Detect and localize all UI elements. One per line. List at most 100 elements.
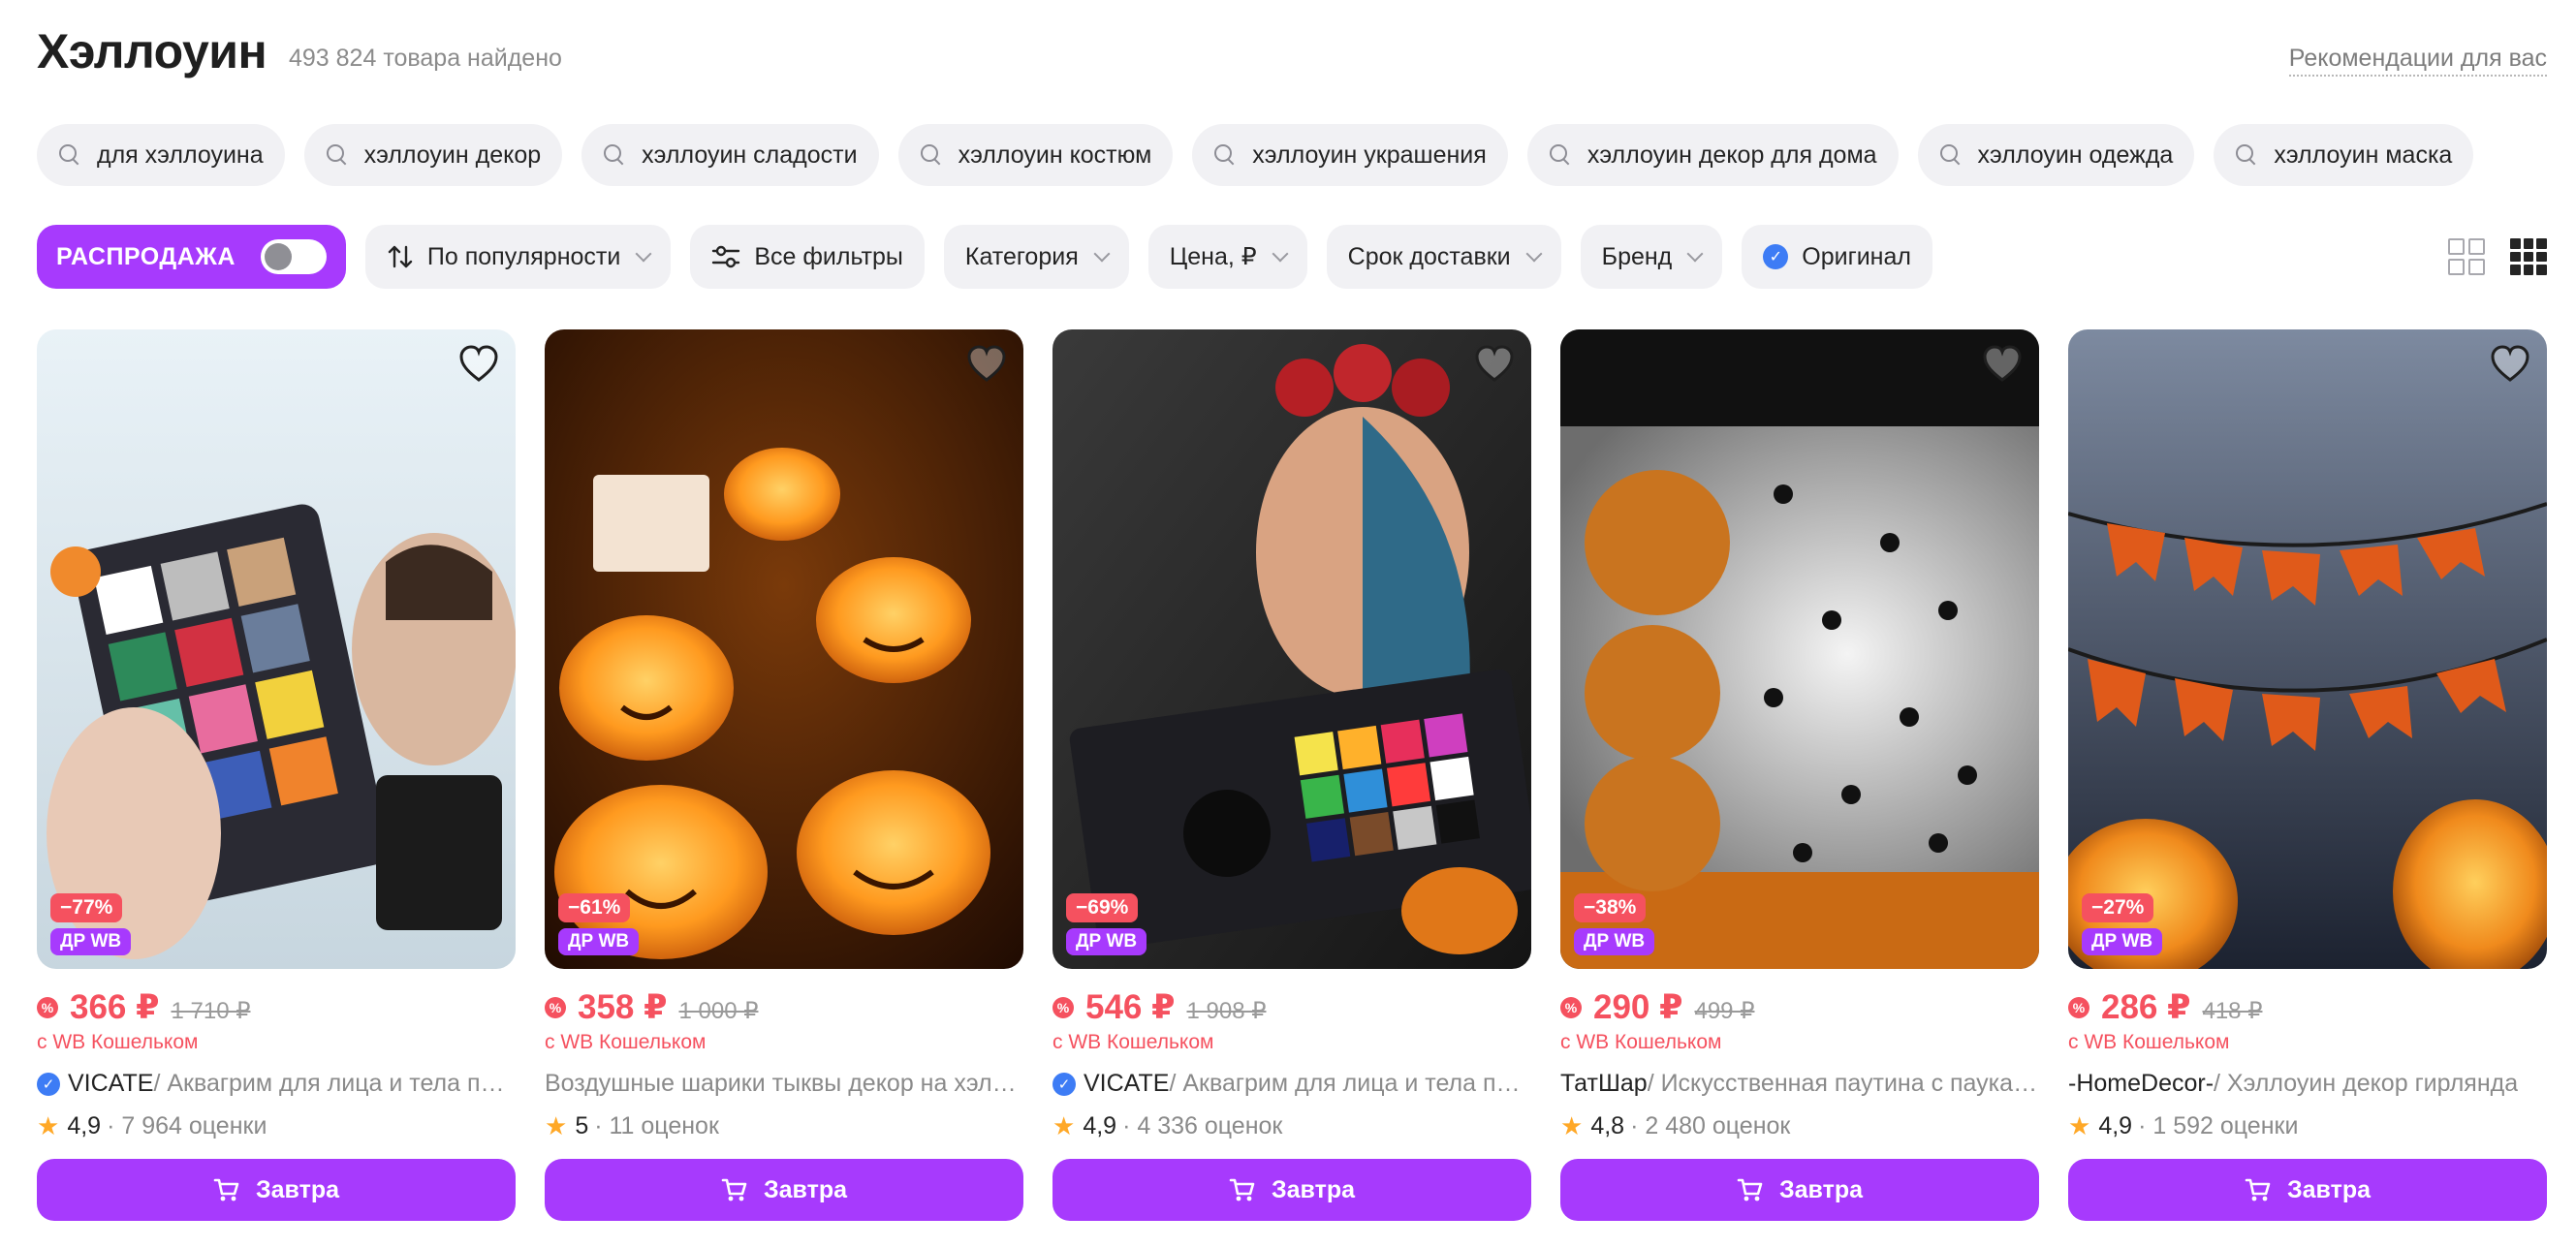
rating-value: 4,9 xyxy=(67,1112,102,1139)
product-badges: −69% ДР WB xyxy=(1066,893,1147,955)
heart-icon[interactable] xyxy=(457,343,500,386)
suggestion-chip[interactable]: хэллоуин украшения xyxy=(1192,124,1508,186)
heart-icon[interactable] xyxy=(1981,343,2024,386)
chip-label: хэллоуин одежда xyxy=(1977,140,2174,169)
promo-badge: ДР WB xyxy=(1066,928,1147,955)
recommendations-link[interactable]: Рекомендации для вас xyxy=(2288,45,2547,77)
add-to-cart-button[interactable]: Завтра xyxy=(1052,1159,1531,1221)
product-description: / Аквагрим для лица и тела профессиональ… xyxy=(153,1070,516,1097)
cart-icon xyxy=(721,1178,747,1201)
product-image[interactable]: −77% ДР WB xyxy=(37,329,516,969)
reviews-count: · 1 592 оценки xyxy=(2138,1112,2299,1139)
sale-toggle-button[interactable]: РАСПРОДАЖА xyxy=(37,225,346,289)
product-name[interactable]: -HomeDecor- / Хэллоуин декор гирлянда xyxy=(2068,1070,2547,1098)
add-to-cart-button[interactable]: Завтра xyxy=(37,1159,516,1221)
star-icon: ★ xyxy=(37,1111,60,1140)
suggestion-chip[interactable]: хэллоуин одежда xyxy=(1917,124,2195,186)
chevron-down-icon xyxy=(1525,245,1543,263)
grid-small-icon[interactable] xyxy=(2510,238,2547,275)
brand-label: Бренд xyxy=(1601,242,1673,270)
suggestion-chip[interactable]: хэллоуин декор xyxy=(303,124,563,186)
discount-icon xyxy=(1052,997,1074,1018)
star-icon: ★ xyxy=(2068,1111,2091,1140)
chip-label: хэллоуин украшения xyxy=(1252,140,1487,169)
product-name[interactable]: ✓ VICATE / Аквагрим для лица и тела проф… xyxy=(37,1070,516,1098)
product-card[interactable]: −77% ДР WB 366 ₽ 1 710 ₽ с WB Кошельком … xyxy=(37,329,516,1221)
cart-icon xyxy=(213,1178,239,1201)
add-to-cart-button[interactable]: Завтра xyxy=(1560,1159,2039,1221)
product-image[interactable]: −27% ДР WB xyxy=(2068,329,2547,969)
rating-value: 4,8 xyxy=(1590,1112,1625,1139)
grid-large-icon[interactable] xyxy=(2448,238,2485,275)
suggestion-chip[interactable]: хэллоуин маска xyxy=(2214,124,2474,186)
old-price: 499 ₽ xyxy=(1694,998,1755,1024)
search-icon xyxy=(326,143,349,167)
delivery-label: Завтра xyxy=(763,1175,848,1203)
reviews-count: · 2 480 оценок xyxy=(1630,1112,1791,1139)
chevron-down-icon xyxy=(1272,245,1289,263)
chip-label: хэллоуин костюм xyxy=(958,140,1152,169)
sort-dropdown[interactable]: По популярности xyxy=(364,225,672,289)
discount-icon xyxy=(545,997,566,1018)
verified-brand-icon: ✓ xyxy=(37,1072,60,1096)
discount-badge: −69% xyxy=(1066,893,1139,922)
price: 286 ₽ xyxy=(2101,988,2191,1026)
original-filter[interactable]: ✓ Оригинал xyxy=(1742,225,1932,289)
sort-arrows-icon xyxy=(387,243,414,270)
product-image[interactable]: −69% ДР WB xyxy=(1052,329,1531,969)
price-row: 366 ₽ 1 710 ₽ xyxy=(37,988,516,1027)
search-icon xyxy=(1549,143,1572,167)
chevron-down-icon xyxy=(1093,245,1111,263)
product-name[interactable]: Воздушные шарики тыквы декор на хэллоуин xyxy=(545,1070,1023,1098)
sale-switch[interactable] xyxy=(260,239,327,274)
discount-icon xyxy=(37,997,58,1018)
product-card[interactable]: −61% ДР WB 358 ₽ 1 000 ₽ с WB Кошельком … xyxy=(545,329,1023,1221)
suggestion-chip[interactable]: хэллоуин сладости xyxy=(581,124,879,186)
wallet-note: с WB Кошельком xyxy=(1560,1031,1722,1053)
product-badges: −38% ДР WB xyxy=(1574,893,1655,955)
price-dropdown[interactable]: Цена, ₽ xyxy=(1147,225,1307,289)
rating-row: ★ 4,9 · 1 592 оценки xyxy=(2068,1111,2547,1141)
product-card[interactable]: −38% ДР WB 290 ₽ 499 ₽ с WB Кошельком Та… xyxy=(1560,329,2039,1221)
chevron-down-icon xyxy=(1686,245,1704,263)
add-to-cart-button[interactable]: Завтра xyxy=(545,1159,1023,1221)
product-image[interactable]: −61% ДР WB xyxy=(545,329,1023,969)
search-icon xyxy=(603,143,626,167)
suggestion-chip[interactable]: для хэллоуина xyxy=(37,124,285,186)
product-card[interactable]: −69% ДР WB 546 ₽ 1 908 ₽ с WB Кошельком … xyxy=(1052,329,1531,1221)
brand-dropdown[interactable]: Бренд xyxy=(1580,225,1723,289)
wallet-note: с WB Кошельком xyxy=(2068,1031,2230,1053)
suggestion-chip[interactable]: хэллоуин декор для дома xyxy=(1526,124,1899,186)
sort-label: По популярности xyxy=(426,242,621,270)
rating-value: 5 xyxy=(575,1112,589,1139)
heart-icon[interactable] xyxy=(2489,343,2531,386)
discount-badge: −61% xyxy=(558,893,631,922)
wallet-note: с WB Кошельком xyxy=(545,1031,707,1053)
star-icon: ★ xyxy=(1560,1111,1584,1140)
price: 546 ₽ xyxy=(1085,988,1176,1026)
price-row: 286 ₽ 418 ₽ xyxy=(2068,988,2547,1027)
brand-name: VICATE xyxy=(68,1070,154,1097)
heart-icon[interactable] xyxy=(1473,343,1516,386)
all-filters-button[interactable]: Все фильтры xyxy=(690,225,925,289)
delivery-label: Срок доставки xyxy=(1347,242,1511,270)
search-icon xyxy=(2235,143,2258,167)
product-badges: −77% ДР WB xyxy=(50,893,132,955)
promo-badge: ДР WB xyxy=(2082,928,2163,955)
star-icon: ★ xyxy=(545,1111,568,1140)
suggestion-chip[interactable]: хэллоуин костюм xyxy=(897,124,1174,186)
discount-icon xyxy=(2068,997,2089,1018)
discount-icon xyxy=(1560,997,1582,1018)
product-card[interactable]: −27% ДР WB 286 ₽ 418 ₽ с WB Кошельком -H… xyxy=(2068,329,2547,1221)
heart-icon[interactable] xyxy=(965,343,1008,386)
product-name[interactable]: ТатШар / Искусственная паутина с пауками xyxy=(1560,1070,2039,1098)
category-dropdown[interactable]: Категория xyxy=(943,225,1129,289)
delivery-dropdown[interactable]: Срок доставки xyxy=(1326,225,1561,289)
add-to-cart-button[interactable]: Завтра xyxy=(2068,1159,2547,1221)
product-description: / Искусственная паутина с пауками xyxy=(1647,1070,2039,1097)
all-filters-label: Все фильтры xyxy=(754,242,903,270)
product-image[interactable]: −38% ДР WB xyxy=(1560,329,2039,969)
delivery-label: Завтра xyxy=(255,1175,340,1203)
product-name[interactable]: ✓ VICATE / Аквагрим для лица и тела проф… xyxy=(1052,1070,1531,1098)
rating-row: ★ 4,9 · 7 964 оценки xyxy=(37,1111,516,1141)
